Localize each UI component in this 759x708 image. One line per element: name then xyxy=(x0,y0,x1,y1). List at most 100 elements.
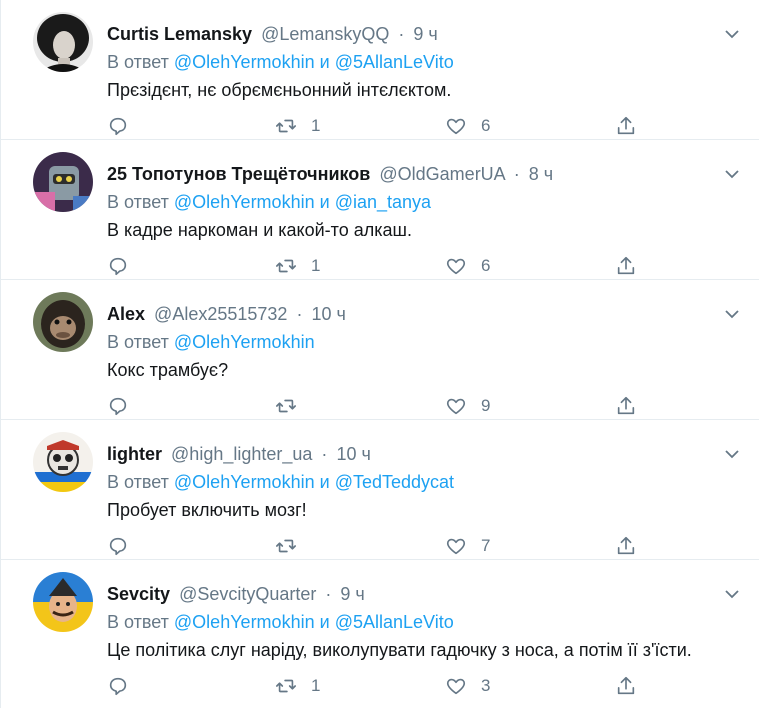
share-button[interactable] xyxy=(615,672,637,700)
heart-icon xyxy=(446,398,466,415)
avatar[interactable] xyxy=(33,572,93,632)
retweet-icon xyxy=(276,259,296,273)
reply-icon xyxy=(109,257,127,276)
mention-link[interactable]: @OlehYermokhin xyxy=(174,472,315,492)
retweet-icon xyxy=(276,679,296,693)
author-handle[interactable]: @Alex25515732 xyxy=(154,304,287,324)
tweet-item[interactable]: Sevcity @SevcityQuarter · 9 ч В ответ @O… xyxy=(1,560,759,700)
reply-prefix: В ответ xyxy=(107,612,169,632)
like-count: 6 xyxy=(481,116,491,135)
author-name[interactable]: Sevcity xyxy=(107,584,170,604)
like-count: 3 xyxy=(481,676,491,695)
retweet-button[interactable]: 1 xyxy=(275,252,320,280)
separator-dot: · xyxy=(321,444,328,464)
tweet-header: 25 Топотунов Трещёточников @OldGamerUA ·… xyxy=(107,162,700,186)
heart-icon xyxy=(446,678,466,695)
retweet-button[interactable]: 1 xyxy=(275,672,320,700)
reply-icon xyxy=(109,117,127,136)
timestamp[interactable]: 9 ч xyxy=(340,584,364,604)
reply-button[interactable] xyxy=(107,392,129,420)
separator-dot: · xyxy=(398,24,405,44)
mention-link[interactable]: @TedTeddycat xyxy=(335,472,454,492)
author-handle[interactable]: @high_lighter_ua xyxy=(171,444,312,464)
chevron-down-icon[interactable] xyxy=(722,164,742,184)
mention-link[interactable]: @OlehYermokhin xyxy=(174,332,315,352)
avatar[interactable] xyxy=(33,292,93,352)
separator-dot: · xyxy=(296,304,303,324)
share-icon xyxy=(617,676,635,695)
retweet-button[interactable]: 1 xyxy=(275,112,320,140)
avatar[interactable] xyxy=(33,432,93,492)
reply-context: В ответ @OlehYermokhin и @ian_tanya xyxy=(107,190,431,214)
share-button[interactable] xyxy=(615,532,637,560)
heart-icon xyxy=(446,258,466,275)
chevron-down-icon[interactable] xyxy=(722,444,742,464)
tweet-text: Кокс трамбує? xyxy=(107,360,229,380)
chevron-down-icon[interactable] xyxy=(722,304,742,324)
chevron-down-icon[interactable] xyxy=(722,584,742,604)
like-count: 6 xyxy=(481,256,491,275)
retweet-icon xyxy=(276,539,296,553)
reply-icon xyxy=(109,537,127,556)
tweet-text: Прєзідєнт, нє обрємєньонний інтєлєктом. xyxy=(107,80,452,100)
retweet-button[interactable] xyxy=(275,532,311,560)
retweet-icon xyxy=(276,119,296,133)
like-button[interactable]: 6 xyxy=(445,112,490,140)
reply-context: В ответ @OlehYermokhin и @TedTeddycat xyxy=(107,470,454,494)
timestamp[interactable]: 10 ч xyxy=(336,444,370,464)
reply-button[interactable] xyxy=(107,672,129,700)
author-name[interactable]: 25 Топотунов Трещёточников xyxy=(107,164,370,184)
retweet-button[interactable] xyxy=(275,392,311,420)
author-handle[interactable]: @OldGamerUA xyxy=(379,164,504,184)
reply-button[interactable] xyxy=(107,252,129,280)
tweet-item[interactable]: lighter @high_lighter_ua · 10 ч В ответ … xyxy=(1,420,759,560)
reply-context: В ответ @OlehYermokhin и @5AllanLeVito xyxy=(107,50,454,74)
tweet-item[interactable]: 25 Топотунов Трещёточников @OldGamerUA ·… xyxy=(1,140,759,280)
chevron-down-icon[interactable] xyxy=(722,24,742,44)
reply-button[interactable] xyxy=(107,112,129,140)
mention-link[interactable]: @5AllanLeVito xyxy=(335,612,454,632)
like-count: 9 xyxy=(481,396,491,415)
avatar[interactable] xyxy=(33,152,93,212)
reply-prefix: В ответ xyxy=(107,472,169,492)
like-button[interactable]: 9 xyxy=(445,392,490,420)
timestamp[interactable]: 10 ч xyxy=(311,304,345,324)
share-button[interactable] xyxy=(615,392,637,420)
mention-link[interactable]: @OlehYermokhin xyxy=(174,612,315,632)
mention-link[interactable]: @ian_tanya xyxy=(335,192,431,212)
tweet-actions: 1 6 xyxy=(107,112,667,140)
avatar[interactable] xyxy=(33,12,93,72)
author-handle[interactable]: @LemanskyQQ xyxy=(261,24,389,44)
tweet-actions: 9 xyxy=(107,392,667,420)
share-button[interactable] xyxy=(615,252,637,280)
reply-prefix: В ответ xyxy=(107,332,169,352)
timestamp[interactable]: 8 ч xyxy=(529,164,553,184)
share-button[interactable] xyxy=(615,112,637,140)
retweet-count: 1 xyxy=(311,676,321,695)
share-icon xyxy=(617,536,635,555)
retweet-count: 1 xyxy=(311,116,321,135)
reply-button[interactable] xyxy=(107,532,129,560)
timestamp[interactable]: 9 ч xyxy=(413,24,437,44)
author-handle[interactable]: @SevcityQuarter xyxy=(179,584,316,604)
reply-context: В ответ @OlehYermokhin xyxy=(107,330,315,354)
tweet-header: lighter @high_lighter_ua · 10 ч xyxy=(107,442,700,466)
mention-link[interactable]: @OlehYermokhin xyxy=(174,192,315,212)
tweet-item[interactable]: Alex @Alex25515732 · 10 ч В ответ @OlehY… xyxy=(1,280,759,420)
tweet-item[interactable]: Curtis Lemansky @LemanskyQQ · 9 ч В отве… xyxy=(1,0,759,140)
share-icon xyxy=(617,396,635,415)
retweet-count: 1 xyxy=(311,256,321,275)
mention-link[interactable]: @5AllanLeVito xyxy=(335,52,454,72)
like-count: 7 xyxy=(481,536,491,555)
reply-prefix: В ответ xyxy=(107,52,169,72)
like-button[interactable]: 7 xyxy=(445,532,490,560)
author-name[interactable]: Curtis Lemansky xyxy=(107,24,252,44)
author-name[interactable]: lighter xyxy=(107,444,162,464)
like-button[interactable]: 6 xyxy=(445,252,490,280)
tweet-header: Curtis Lemansky @LemanskyQQ · 9 ч xyxy=(107,22,700,46)
like-button[interactable]: 3 xyxy=(445,672,490,700)
separator-dot: · xyxy=(325,584,332,604)
mention-link[interactable]: @OlehYermokhin xyxy=(174,52,315,72)
author-name[interactable]: Alex xyxy=(107,304,145,324)
tweet-feed: Curtis Lemansky @LemanskyQQ · 9 ч В отве… xyxy=(0,0,759,708)
